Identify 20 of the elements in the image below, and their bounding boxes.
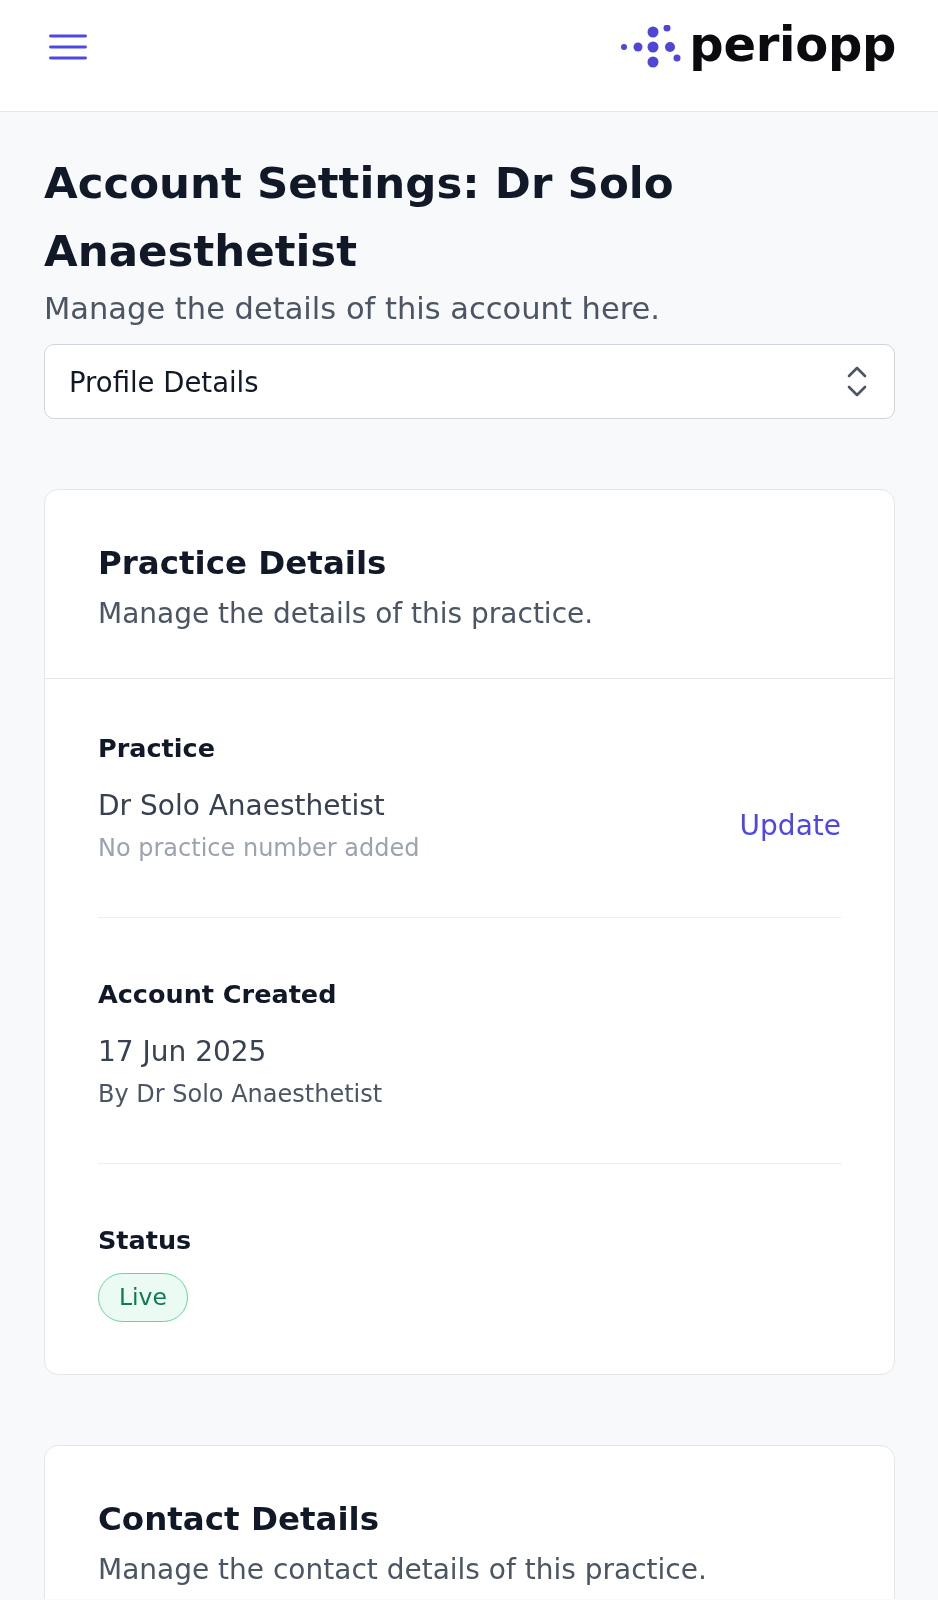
card-title: Contact Details [98, 1499, 380, 1540]
field-note: No practice number added [98, 833, 420, 864]
menu-icon[interactable] [49, 33, 87, 60]
page-subtitle: Manage the details of this account here. [44, 290, 661, 328]
update-link[interactable]: Update [739, 805, 841, 846]
status-badge: Live [98, 1273, 188, 1322]
section-dropdown[interactable]: Profile Details [44, 344, 895, 419]
card-title: Practice Details [98, 543, 388, 584]
field-value: 17 Jun 2025 [98, 1034, 268, 1070]
field-label: Practice [98, 732, 216, 765]
logo-text: periopp [689, 17, 896, 70]
chevron-updown-icon [847, 366, 867, 397]
field-label: Status [98, 1224, 193, 1257]
card-subtitle: Manage the details of this practice. [98, 596, 595, 632]
field-note: By Dr Solo Anaesthetist [98, 1079, 383, 1110]
field-label: Account Created [98, 978, 338, 1011]
page-title: Account Settings: Dr Solo Anaesthetist [44, 157, 675, 278]
card-subtitle: Manage the contact details of this practice. [98, 1552, 708, 1588]
field-value: Dr Solo Anaesthetist [98, 788, 386, 824]
logo-dots-icon [620, 25, 682, 68]
